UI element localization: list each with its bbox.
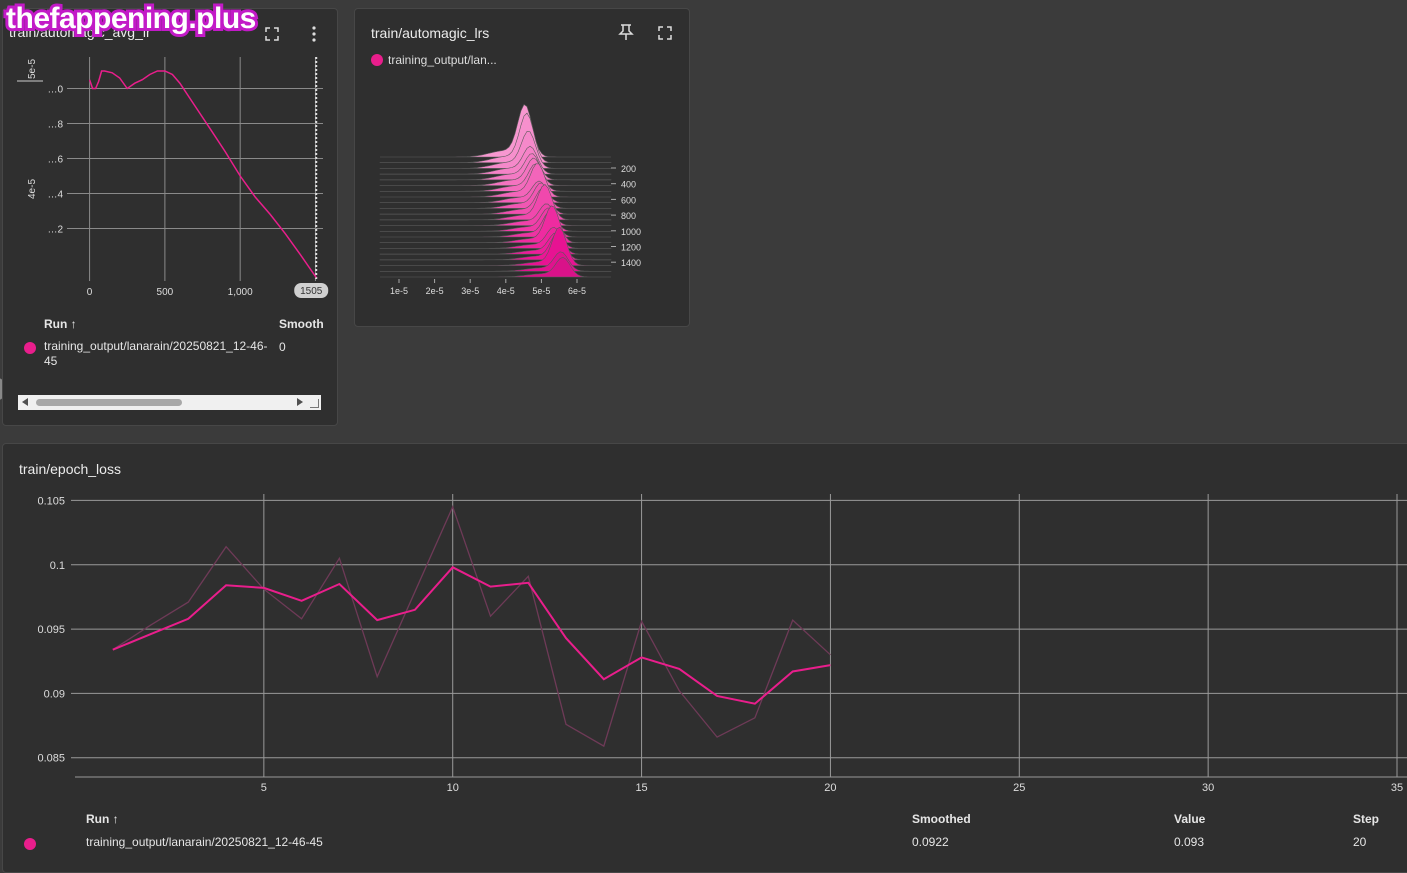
y-exponent-top: 5e-5 xyxy=(27,59,38,79)
y-tick-label: …8 xyxy=(47,120,63,131)
x-tick-label: 15 xyxy=(635,782,647,794)
step-tick-label: 200 xyxy=(621,164,636,174)
x-tick-label: 3e-5 xyxy=(461,286,479,296)
watermark-logo: thefappening.plus xyxy=(3,0,259,38)
epoch-loss-card: train/epoch_loss 0.085 0.09 0.095 0.1 0.105 5… xyxy=(2,443,1407,873)
y-tick-label: …2 xyxy=(47,225,63,236)
x-tick-label: 500 xyxy=(157,287,174,298)
smoothed-column-header[interactable]: Smooth xyxy=(279,317,324,331)
x-tick-label: 2e-5 xyxy=(426,286,444,296)
scroll-thumb[interactable] xyxy=(36,399,182,406)
x-tick-label: 20 xyxy=(824,782,836,794)
x-tick-label: 5e-5 xyxy=(532,286,550,296)
raw-value-line xyxy=(112,505,831,748)
step-tick-label: 600 xyxy=(621,195,636,205)
smoothed-value-line xyxy=(112,566,831,705)
x-tick-label: 1e-5 xyxy=(390,286,408,296)
y-tick-label: …4 xyxy=(47,190,63,201)
histogram-ridge xyxy=(379,232,612,255)
step-tick-label: 1000 xyxy=(621,227,641,237)
step-tick-label: 1400 xyxy=(621,258,641,268)
avg-lr-line xyxy=(88,70,317,278)
x-tick-label: 30 xyxy=(1202,782,1214,794)
legend-color-dot xyxy=(371,54,383,66)
run-color-dot xyxy=(24,342,36,354)
x-tick-label: 25 xyxy=(1013,782,1025,794)
histogram-ridge xyxy=(380,104,611,158)
run-name: training_output/lanarain/20250821_12-46-… xyxy=(44,339,268,368)
lrs-histogram-chart[interactable]: 200 400 600 800 1000 1200 1400 1e-5 2e-5 3e-5 4e-5… xyxy=(355,69,691,319)
x-tick-label: 6e-5 xyxy=(568,286,586,296)
run-column-header[interactable]: Run ↑ xyxy=(86,812,119,826)
fullscreen-icon[interactable] xyxy=(654,22,676,44)
legend-label: training_output/lan... xyxy=(388,53,497,67)
x-tick-label: 10 xyxy=(447,782,459,794)
y-tick-label: 0.105 xyxy=(37,495,65,507)
y-tick-label: 0.1 xyxy=(50,560,65,572)
x-tick-label: 0 xyxy=(87,287,93,298)
y-tick-label: 0.085 xyxy=(37,753,65,765)
y-tick-label: …6 xyxy=(47,155,63,166)
step-column-header[interactable]: Step xyxy=(1353,812,1379,826)
run-color-dot xyxy=(24,838,36,850)
step-tick-label: 400 xyxy=(621,180,636,190)
y-tick-label: …0 xyxy=(47,85,63,96)
horizontal-scrollbar[interactable] xyxy=(18,395,321,410)
value-column-header[interactable]: Value xyxy=(1174,812,1205,826)
smoothed-value: 0 xyxy=(279,340,286,354)
card-title: train/automagic_lrs xyxy=(371,25,490,41)
x-tick-label: 1,000 xyxy=(228,287,253,298)
avg-lr-chart[interactable]: 5e-5 4e-5 …0 …8 …6 …4 …2 0 500 1,000 1505 xyxy=(3,39,339,309)
avg-lr-card: train/automagic_avg_lr 5e-5 4e-5 …0 …8 …6…… xyxy=(2,8,338,426)
hover-step-label: 1505 xyxy=(300,286,323,297)
x-tick-label: 4e-5 xyxy=(497,286,515,296)
step-value: 20 xyxy=(1353,835,1367,849)
histogram-ridge xyxy=(380,256,611,278)
card-title: train/epoch_loss xyxy=(19,461,121,477)
smoothed-column-header[interactable]: Smoothed xyxy=(912,812,971,826)
pin-icon[interactable] xyxy=(615,21,637,43)
x-tick-label: 5 xyxy=(261,782,267,794)
resize-handle[interactable] xyxy=(310,399,319,408)
histogram-ridge xyxy=(379,251,612,272)
y-exponent-mid: 4e-5 xyxy=(27,179,38,199)
scroll-right-arrow[interactable] xyxy=(297,398,303,406)
histogram-ridge xyxy=(379,226,612,249)
run-name: training_output/lanarain/20250821_12-46-… xyxy=(86,835,323,849)
step-tick-label: 800 xyxy=(621,211,636,221)
epoch-loss-chart[interactable]: 0.085 0.09 0.095 0.1 0.105 5 10 15 20 25 30 35 xyxy=(3,484,1407,844)
step-tick-label: 1200 xyxy=(621,243,641,253)
y-tick-label: 0.09 xyxy=(44,688,65,700)
scroll-left-arrow[interactable] xyxy=(22,398,28,406)
x-tick-label: 35 xyxy=(1391,782,1403,794)
histogram-ridge xyxy=(380,210,611,238)
smoothed-value: 0.0922 xyxy=(912,835,949,849)
value-value: 0.093 xyxy=(1174,835,1205,849)
run-column-header[interactable]: Run ↑ xyxy=(44,317,77,331)
lrs-card: train/automagic_lrs training_output/lan.… xyxy=(354,8,690,327)
y-tick-label: 0.095 xyxy=(37,624,65,636)
